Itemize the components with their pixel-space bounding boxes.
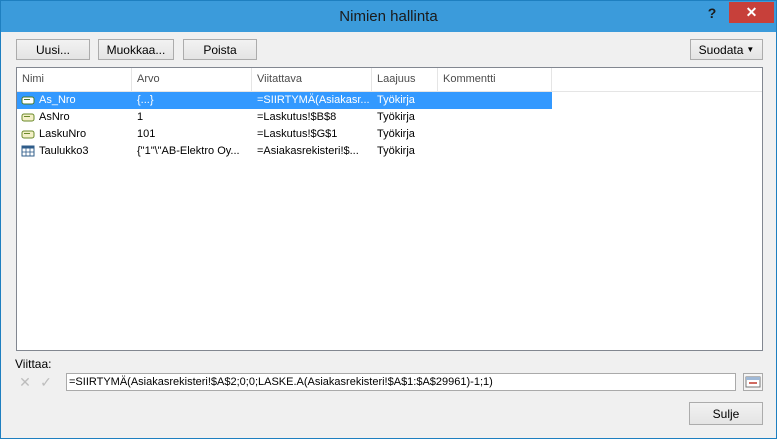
confirm-edit-icon[interactable]: ✓ xyxy=(37,373,55,391)
row-comment xyxy=(443,126,543,143)
row-name: As_Nro xyxy=(39,94,76,106)
new-button-label: Uusi... xyxy=(35,42,70,57)
help-button[interactable]: ? xyxy=(701,3,723,25)
range-select-icon xyxy=(745,376,761,388)
row-comment xyxy=(443,143,543,160)
refers-bar: ✕ ✓ =SIIRTYMÄ(Asiakasrekisteri!$A$2;0;0;… xyxy=(16,372,763,392)
row-refers: =Laskutus!$G$1 xyxy=(257,128,338,140)
row-name: LaskuNro xyxy=(39,128,87,140)
row-scope: Työkirja xyxy=(377,111,415,123)
refers-input[interactable]: =SIIRTYMÄ(Asiakasrekisteri!$A$2;0;0;LASK… xyxy=(66,373,736,391)
table-row[interactable]: AsNro 1 =Laskutus!$B$8 Työkirja xyxy=(17,109,552,126)
edit-button[interactable]: Muokkaa... xyxy=(98,39,174,60)
delete-button-label: Poista xyxy=(203,42,237,57)
dialog-body: Uusi... Muokkaa... Poista Suodata ▼ Nimi… xyxy=(8,32,769,432)
edit-button-label: Muokkaa... xyxy=(106,42,166,57)
column-header-comment[interactable]: Kommentti xyxy=(438,68,552,91)
delete-button[interactable]: Poista xyxy=(183,39,257,60)
window-title: Nimien hallinta xyxy=(339,8,438,25)
named-range-icon xyxy=(21,96,35,105)
cancel-edit-icon[interactable]: ✕ xyxy=(16,373,34,391)
named-range-icon xyxy=(21,130,35,139)
filter-button[interactable]: Suodata ▼ xyxy=(690,39,763,60)
row-name: AsNro xyxy=(39,111,70,123)
close-button[interactable]: ✕ xyxy=(729,2,774,23)
row-comment xyxy=(443,109,543,126)
table-icon xyxy=(21,145,35,157)
row-value: {...} xyxy=(137,94,154,106)
row-value: 1 xyxy=(137,111,144,123)
table-row[interactable]: LaskuNro 101 =Laskutus!$G$1 Työkirja xyxy=(17,126,552,143)
column-header-name[interactable]: Nimi xyxy=(17,68,132,91)
filter-button-label: Suodata xyxy=(698,42,744,57)
row-comment xyxy=(443,92,543,109)
column-header-refers[interactable]: Viitattava xyxy=(252,68,372,91)
row-refers: =Laskutus!$B$8 xyxy=(257,111,337,123)
refers-label: Viittaa: xyxy=(15,357,52,371)
table-row[interactable]: As_Nro {...} =SIIRTYMÄ(Asiakasr... Työki… xyxy=(17,92,552,109)
table-row[interactable]: Taulukko3 {"1"\"AB-Elektro Oy... =Asiaka… xyxy=(17,143,552,160)
row-value: {"1"\"AB-Elektro Oy... xyxy=(137,145,240,157)
column-header-value[interactable]: Arvo xyxy=(132,68,252,91)
row-value: 101 xyxy=(137,128,156,140)
column-header-scope[interactable]: Laajuus xyxy=(372,68,438,91)
row-scope: Työkirja xyxy=(377,94,415,106)
close-dialog-button[interactable]: Sulje xyxy=(689,402,763,425)
new-button[interactable]: Uusi... xyxy=(16,39,90,60)
row-refers: =Asiakasrekisteri!$... xyxy=(257,145,359,157)
title-bar: Nimien hallinta ? ✕ xyxy=(1,1,776,32)
dialog-window: Nimien hallinta ? ✕ Uusi... Muokkaa... P… xyxy=(0,0,777,439)
row-name: Taulukko3 xyxy=(39,145,89,157)
names-list[interactable]: Nimi Arvo Viitattava Laajuus Kommentti A… xyxy=(16,67,763,351)
close-dialog-label: Sulje xyxy=(712,406,740,421)
row-scope: Työkirja xyxy=(377,145,415,157)
named-range-icon xyxy=(21,113,35,122)
list-header: Nimi Arvo Viitattava Laajuus Kommentti xyxy=(17,68,762,92)
chevron-down-icon: ▼ xyxy=(746,45,755,54)
collapse-dialog-button[interactable] xyxy=(743,373,763,391)
row-scope: Työkirja xyxy=(377,128,415,140)
row-refers: =SIIRTYMÄ(Asiakasr... xyxy=(257,94,369,106)
